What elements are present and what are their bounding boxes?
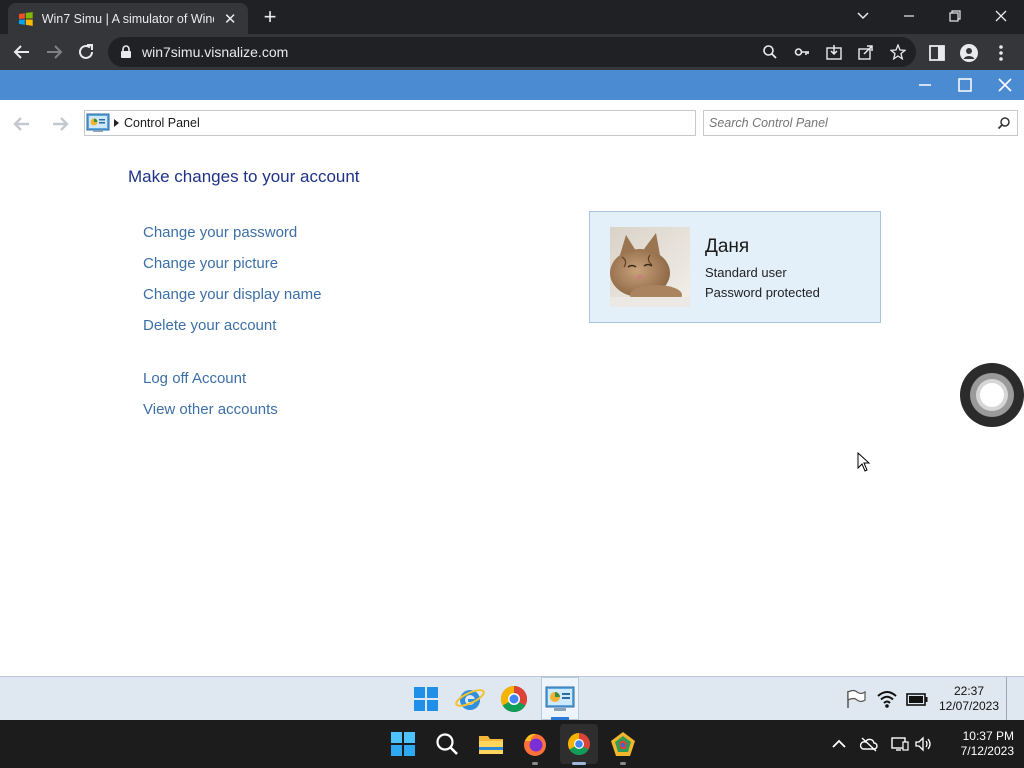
bookmark-star-icon[interactable] [890, 44, 906, 60]
side-panel-icon[interactable] [928, 44, 946, 62]
host-clock[interactable]: 10:37 PM 7/12/2023 [940, 729, 1014, 759]
simulated-taskbar: 22:37 12/07/2023 [0, 676, 1024, 720]
window-forward-icon[interactable] [50, 114, 70, 134]
search-input[interactable] [709, 115, 989, 131]
forward-arrow-icon[interactable] [42, 40, 66, 64]
view-other-accounts-link[interactable]: View other accounts [143, 401, 278, 418]
host-date: 7/12/2023 [960, 744, 1014, 758]
simulated-date: 12/07/2023 [938, 699, 1000, 713]
window-close-icon[interactable] [990, 73, 1020, 97]
firefox-icon[interactable] [522, 731, 548, 757]
start-icon[interactable] [410, 683, 442, 715]
windows-logo-favicon-icon [18, 11, 33, 26]
chrome-active-indicator [572, 762, 586, 765]
window-back-icon[interactable] [12, 114, 32, 134]
show-hidden-icons-chevron-icon[interactable] [830, 736, 848, 752]
change-display-name-link[interactable]: Change your display name [143, 286, 321, 303]
change-picture-link[interactable]: Change your picture [143, 255, 278, 272]
reload-icon[interactable] [74, 40, 98, 64]
network-display-icon[interactable] [891, 736, 909, 752]
battery-icon[interactable] [906, 689, 928, 709]
control-panel-icon [86, 113, 110, 132]
action-center-flag-icon[interactable] [845, 689, 867, 709]
chrome-icon[interactable] [498, 683, 530, 715]
new-tab-button[interactable]: + [258, 6, 282, 30]
window-titlebar[interactable] [0, 70, 1024, 100]
search-icon[interactable] [997, 116, 1011, 130]
account-name: Даня [705, 236, 750, 257]
browser-tab-bar: Win7 Simu | A simulator of Windows 7 ✕ + [0, 0, 1024, 34]
zoom-search-icon[interactable] [762, 44, 778, 60]
close-tab-icon[interactable]: ✕ [222, 10, 238, 28]
host-time: 10:37 PM [962, 729, 1014, 743]
log-off-link[interactable]: Log off Account [143, 370, 246, 387]
account-type: Standard user [705, 265, 787, 280]
internet-explorer-icon[interactable] [454, 683, 486, 715]
back-arrow-icon[interactable] [10, 40, 34, 64]
firefox-running-indicator [532, 762, 538, 765]
install-app-icon[interactable] [826, 44, 842, 60]
tab-search-chevron-icon[interactable] [848, 4, 878, 28]
onedrive-offline-icon[interactable] [860, 736, 878, 752]
key-icon[interactable] [794, 44, 810, 60]
simulated-time: 22:37 [953, 684, 985, 698]
wifi-icon[interactable] [876, 689, 898, 709]
breadcrumb-separator-icon[interactable] [114, 119, 119, 127]
share-icon[interactable] [858, 44, 874, 60]
window-minimize-icon[interactable] [910, 73, 940, 97]
account-password-status: Password protected [705, 285, 820, 300]
account-picture-kitten[interactable] [610, 227, 690, 307]
host-taskbar: 10:37 PM 7/12/2023 [0, 720, 1024, 768]
browser-toolbar: win7simu.visnalize.com [0, 34, 1024, 70]
mouse-cursor-icon [857, 452, 871, 472]
delete-account-link[interactable]: Delete your account [143, 317, 276, 334]
window-maximize-icon[interactable] [950, 73, 980, 97]
chrome-taskbar-icon[interactable] [566, 731, 592, 757]
search-taskbar-icon[interactable] [434, 731, 460, 757]
control-panel-taskbar-icon[interactable] [544, 683, 576, 715]
url-text: win7simu.visnalize.com [142, 44, 289, 60]
control-panel-window: Control Panel Make changes to your accou… [0, 70, 1024, 720]
volume-icon[interactable] [915, 736, 933, 752]
loading-ring-icon [960, 363, 1024, 427]
menu-dots-icon[interactable] [992, 44, 1010, 62]
windows-start-icon[interactable] [390, 731, 416, 757]
address-bar[interactable]: win7simu.visnalize.com [108, 37, 916, 67]
profile-icon[interactable] [960, 44, 978, 62]
minimize-icon[interactable] [894, 4, 924, 28]
close-window-icon[interactable] [986, 4, 1016, 28]
account-card: Даня Standard user Password protected [589, 211, 881, 323]
tab-title: Win7 Simu | A simulator of Windows 7 [41, 11, 215, 26]
change-password-link[interactable]: Change your password [143, 224, 297, 241]
app-running-indicator [620, 762, 626, 765]
file-explorer-icon[interactable] [478, 731, 504, 757]
page-title: Make changes to your account [128, 167, 360, 186]
restore-icon[interactable] [940, 4, 970, 28]
navigation-bar: Control Panel [0, 100, 1024, 146]
breadcrumb-control-panel[interactable]: Control Panel [124, 116, 200, 130]
show-desktop-divider[interactable] [1006, 677, 1007, 720]
browser-tab[interactable]: Win7 Simu | A simulator of Windows 7 ✕ [8, 3, 248, 34]
simulated-clock[interactable]: 22:37 12/07/2023 [932, 684, 1006, 714]
search-control-panel[interactable] [703, 110, 1018, 136]
lock-icon[interactable] [120, 45, 132, 59]
breadcrumb[interactable]: Control Panel [84, 110, 696, 136]
app-icon[interactable] [610, 731, 636, 757]
